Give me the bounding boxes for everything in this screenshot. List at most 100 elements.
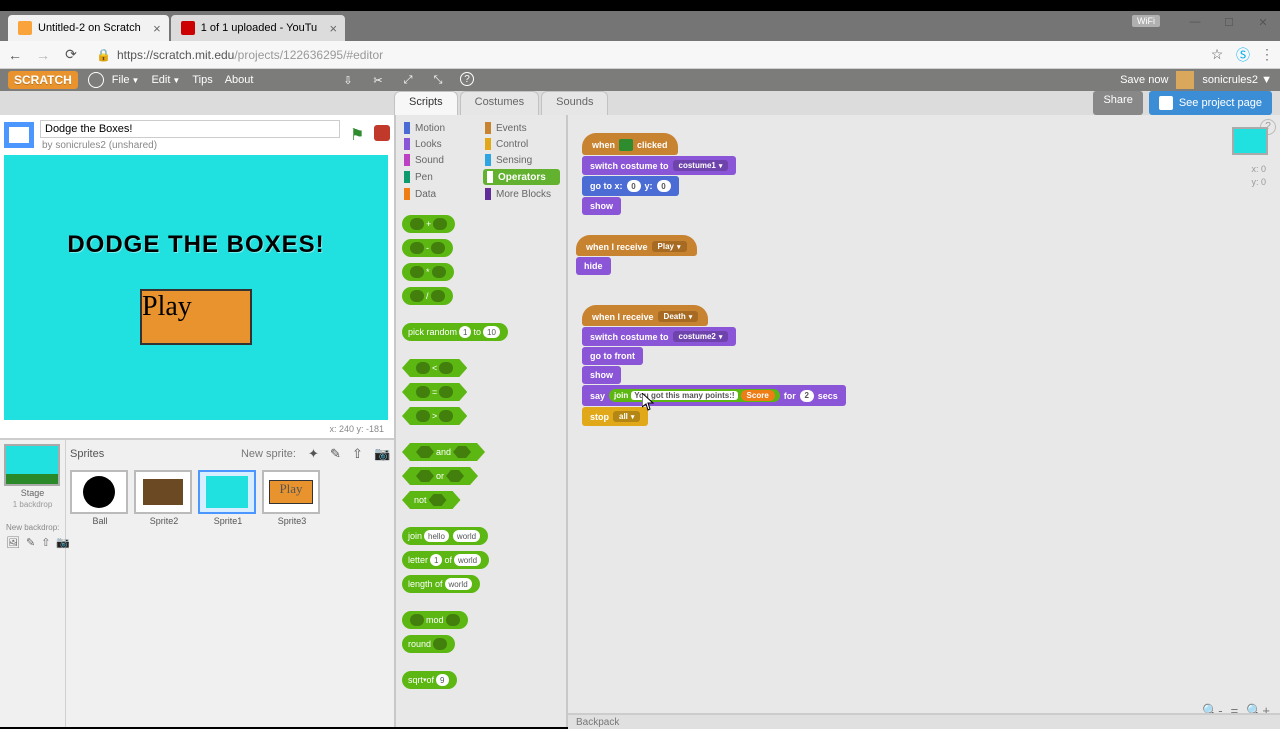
op-letter-of[interactable]: letter1ofworld <box>402 551 489 569</box>
choose-backdrop-icon[interactable]: 🖼 <box>6 536 20 549</box>
category-motion[interactable]: Motion <box>402 121 479 135</box>
chrome-menu-icon[interactable]: ⋮ <box>1260 46 1274 63</box>
star-icon[interactable]: ☆ <box>1208 46 1226 64</box>
forward-icon: → <box>34 46 52 64</box>
url-host: https://scratch.mit.edu <box>117 48 234 62</box>
grow-icon[interactable]: ⤢ <box>400 72 416 88</box>
category-events[interactable]: Events <box>483 121 560 135</box>
duplicate-icon[interactable]: ⇩ <box>340 72 356 88</box>
op-not[interactable]: not <box>402 491 461 509</box>
project-title-input[interactable] <box>40 120 340 138</box>
block-show[interactable]: show <box>582 197 621 215</box>
block-when-receive-death[interactable]: when I receiveDeath▾ <box>582 305 708 326</box>
category-looks[interactable]: Looks <box>402 137 479 151</box>
category-pen[interactable]: Pen <box>402 169 479 185</box>
tab-costumes[interactable]: Costumes <box>460 91 540 115</box>
op-divide[interactable]: / <box>402 287 453 305</box>
op-or[interactable]: or <box>402 467 478 485</box>
backpack-panel[interactable]: Backpack <box>568 713 1280 729</box>
browser-tab-youtube[interactable]: 1 of 1 uploaded - YouTu × <box>171 15 345 41</box>
address-bar[interactable]: 🔒 https://scratch.mit.edu/projects/12263… <box>90 44 1190 66</box>
op-length-of[interactable]: length ofworld <box>402 575 480 593</box>
window-minimize-icon[interactable]: — <box>1178 11 1212 33</box>
block-show-2[interactable]: show <box>582 366 621 384</box>
close-icon[interactable]: × <box>153 21 161 36</box>
back-icon[interactable]: ← <box>6 46 24 64</box>
sprite-item-ball[interactable]: Ball <box>70 470 130 526</box>
sprite-item-sprite3[interactable]: Play Sprite3 <box>262 470 322 526</box>
backdrop-count: 1 backdrop <box>4 500 61 509</box>
op-round[interactable]: round <box>402 635 455 653</box>
scratch-logo[interactable]: SCRATCH <box>8 71 78 89</box>
browser-tab-scratch[interactable]: Untitled-2 on Scratch × <box>8 15 169 41</box>
delete-icon[interactable]: ✂ <box>370 72 386 88</box>
block-stop-all[interactable]: stopall▾ <box>582 407 648 426</box>
help-icon[interactable]: ? <box>460 72 474 86</box>
save-now[interactable]: Save now <box>1120 74 1168 86</box>
user-avatar-icon[interactable] <box>1176 71 1194 89</box>
edit-menu[interactable]: Edit▼ <box>151 74 180 86</box>
op-greater-than[interactable]: > <box>402 407 467 425</box>
globe-icon[interactable] <box>88 72 104 88</box>
block-switch-costume-2[interactable]: switch costume tocostume2▾ <box>582 327 736 346</box>
block-say-for-secs[interactable]: say join You got this many points:! Scor… <box>582 385 846 406</box>
category-control[interactable]: Control <box>483 137 560 151</box>
script-stack-receive-play[interactable]: when I receivePlay▾ hide <box>576 235 697 275</box>
script-canvas[interactable]: ? x: 0y: 0 whenclicked switch costume to… <box>568 115 1280 727</box>
reporter-join[interactable]: join You got this many points:! Score <box>609 389 780 402</box>
window-close-icon[interactable]: ✕ <box>1246 11 1280 33</box>
upload-sprite-icon[interactable]: ⇧ <box>352 446 368 462</box>
about-menu[interactable]: About <box>225 74 254 86</box>
category-operators[interactable]: Operators <box>483 169 560 185</box>
script-stack-receive-death[interactable]: when I receiveDeath▾ switch costume toco… <box>582 305 846 426</box>
camera-sprite-icon[interactable]: 📷 <box>374 446 390 462</box>
op-and[interactable]: and <box>402 443 485 461</box>
green-flag-icon[interactable]: ⚑ <box>350 125 370 145</box>
op-equals[interactable]: = <box>402 383 467 401</box>
op-add[interactable]: + <box>402 215 455 233</box>
paint-backdrop-icon[interactable]: ✎ <box>26 536 35 549</box>
stage-preview[interactable]: DODGE THE BOXES! Play <box>4 155 388 420</box>
op-mod[interactable]: mod <box>402 611 468 629</box>
reporter-variable-score[interactable]: Score <box>741 390 775 401</box>
category-more-blocks[interactable]: More Blocks <box>483 187 560 201</box>
fullscreen-toggle-icon[interactable] <box>4 122 34 148</box>
stage-thumbnail[interactable] <box>4 444 60 486</box>
file-menu[interactable]: File▼ <box>112 74 140 86</box>
skype-icon[interactable]: Ⓢ <box>1234 46 1252 64</box>
shrink-icon[interactable]: ⤡ <box>430 72 446 88</box>
block-when-receive-play[interactable]: when I receivePlay▾ <box>576 235 697 256</box>
choose-sprite-icon[interactable]: ✦ <box>308 446 324 462</box>
stage-label: Stage <box>4 488 61 498</box>
sprite-item-sprite1[interactable]: Sprite1 <box>198 470 258 526</box>
op-join[interactable]: joinhelloworld <box>402 527 488 545</box>
username[interactable]: sonicrules2 ▼ <box>1202 74 1272 86</box>
op-less-than[interactable]: < <box>402 359 467 377</box>
block-switch-costume[interactable]: switch costume tocostume1▾ <box>582 156 736 175</box>
category-data[interactable]: Data <box>402 187 479 201</box>
window-maximize-icon[interactable]: ☐ <box>1212 11 1246 33</box>
sprite-item-sprite2[interactable]: Sprite2 <box>134 470 194 526</box>
category-sensing[interactable]: Sensing <box>483 153 560 167</box>
share-button[interactable]: Share <box>1093 91 1142 115</box>
op-multiply[interactable]: * <box>402 263 454 281</box>
op-sqrt-of[interactable]: sqrt▾of9 <box>402 671 457 689</box>
block-goto-xy[interactable]: go to x:0y:0 <box>582 176 679 196</box>
op-subtract[interactable]: - <box>402 239 453 257</box>
reload-icon[interactable]: ⟳ <box>62 46 80 64</box>
stop-icon[interactable] <box>374 125 390 141</box>
category-sound[interactable]: Sound <box>402 153 479 167</box>
see-project-page-button[interactable]: See project page <box>1149 91 1272 115</box>
block-go-to-front[interactable]: go to front <box>582 347 643 365</box>
lock-icon: 🔒 <box>96 48 111 62</box>
close-icon[interactable]: × <box>330 21 338 36</box>
upload-backdrop-icon[interactable]: ⇧ <box>41 536 50 549</box>
tips-menu[interactable]: Tips <box>192 74 212 86</box>
block-hide[interactable]: hide <box>576 257 611 275</box>
block-when-green-flag[interactable]: whenclicked <box>582 133 678 155</box>
tab-scripts[interactable]: Scripts <box>394 91 458 115</box>
tab-sounds[interactable]: Sounds <box>541 91 608 115</box>
script-stack-green-flag[interactable]: whenclicked switch costume tocostume1▾ g… <box>582 133 736 215</box>
op-pick-random[interactable]: pick random1to10 <box>402 323 508 341</box>
paint-sprite-icon[interactable]: ✎ <box>330 446 346 462</box>
